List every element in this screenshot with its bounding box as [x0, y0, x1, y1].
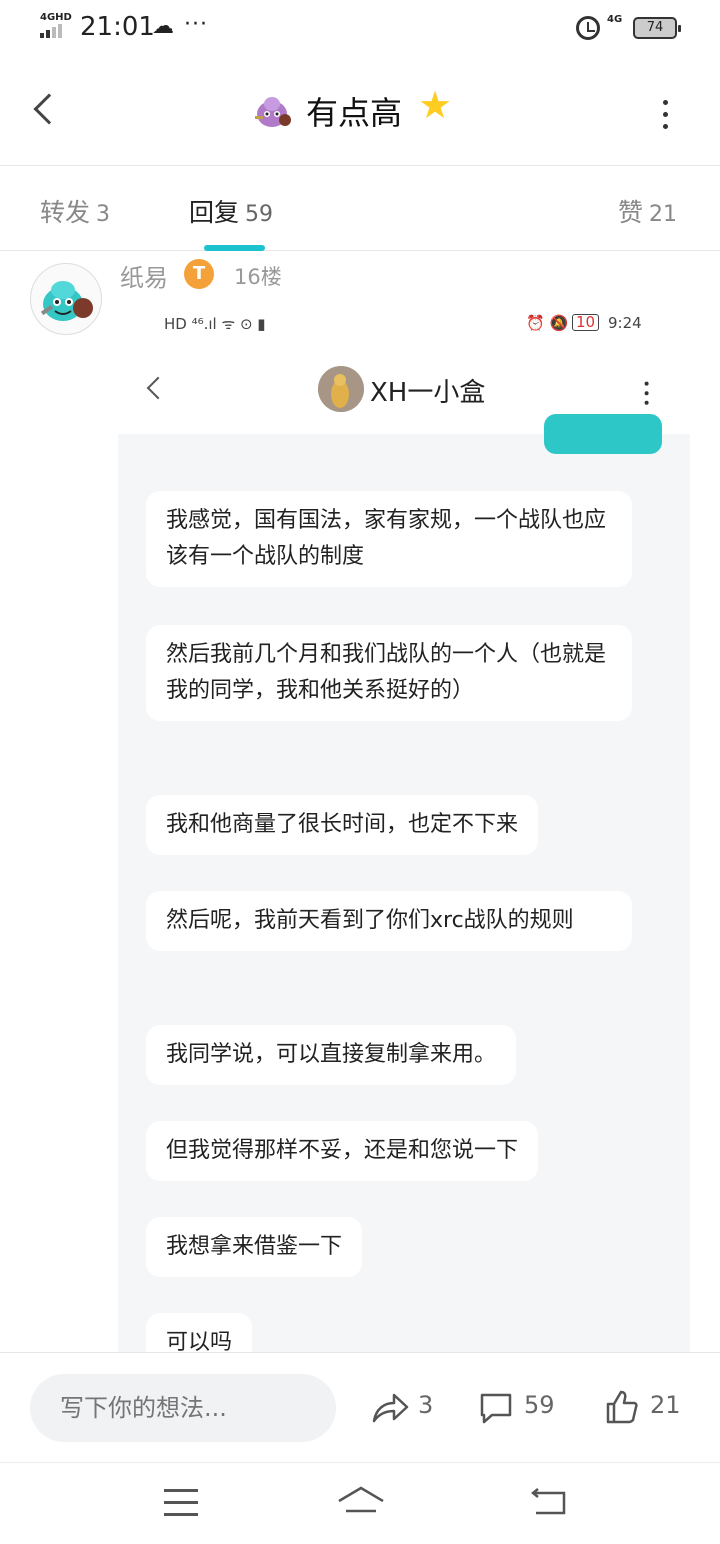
- active-tab-indicator: [204, 245, 265, 251]
- chat-more-icon: [644, 381, 650, 411]
- chat-avatar: [318, 366, 364, 412]
- alarm-icon: [576, 16, 600, 40]
- clock: 21:01: [80, 12, 155, 42]
- screenshot-status-left: HD ⁴⁶.ıl ᯤ ⊙ ▮: [164, 315, 266, 333]
- home-icon[interactable]: [336, 1485, 386, 1519]
- attached-screenshot[interactable]: HD ⁴⁶.ıl ᯤ ⊙ ▮ ⏰ 🔕 10 9:24 XH一小盒 我感觉，国有国…: [118, 300, 690, 1352]
- message-bubble: 可以吗: [146, 1313, 253, 1352]
- tab-forward[interactable]: 转发 3: [40, 193, 110, 229]
- sent-message-bubble: [544, 414, 662, 454]
- chat-avatar-icon: [318, 366, 364, 412]
- comment-count[interactable]: 59: [524, 1391, 555, 1419]
- message-bubble: 我感觉，国有国法，家有家规，一个战队也应该有一个战队的制度: [146, 491, 632, 587]
- message-bubble: 然后我前几个月和我们战队的一个人（也就是我的同学，我和他关系挺好的）: [146, 625, 632, 721]
- user-avatar-icon: [40, 281, 93, 321]
- message-bubble: 我想拿来借鉴一下: [146, 1217, 363, 1277]
- app-header: 有点高 ★: [0, 60, 720, 166]
- like-count[interactable]: 21: [650, 1391, 681, 1419]
- back-nav-icon[interactable]: [528, 1487, 570, 1519]
- network-type: 4GHD: [40, 12, 72, 23]
- message-bubble: 我和他商量了很长时间，也定不下来: [146, 795, 539, 855]
- system-nav-bar: [0, 1462, 720, 1544]
- battery-icon: 74: [633, 17, 681, 39]
- level-badge: T: [184, 259, 214, 289]
- more-status-icon: ···: [184, 12, 208, 37]
- like-icon[interactable]: [604, 1389, 640, 1425]
- message-bubble: 我同学说，可以直接复制拿来用。: [146, 1025, 517, 1085]
- chat-title: XH一小盒: [370, 378, 486, 408]
- status-bar: 4GHD 21:01 ☁ ··· 4G 74: [0, 0, 720, 60]
- network-type-right: 4G: [607, 14, 623, 25]
- cloud-icon: ☁: [152, 14, 174, 39]
- action-bar: 3 59 21: [0, 1352, 720, 1462]
- menu-icon[interactable]: [164, 1489, 198, 1525]
- signal-icon: [40, 24, 70, 38]
- tab-likes[interactable]: 赞 21: [618, 193, 677, 229]
- chat-back-icon: [146, 376, 170, 400]
- comment-icon[interactable]: [478, 1391, 514, 1425]
- share-count[interactable]: 3: [418, 1391, 433, 1419]
- star-icon: ★: [418, 83, 453, 127]
- tab-replies[interactable]: 回复 59: [189, 193, 273, 229]
- chat-messages: 我感觉，国有国法，家有家规，一个战队也应该有一个战队的制度 然后我前几个月和我们…: [118, 414, 690, 1352]
- title-avatar-icon: [255, 97, 291, 127]
- share-icon[interactable]: [370, 1391, 410, 1425]
- floor-number: 16楼: [234, 265, 282, 289]
- more-options-icon[interactable]: [663, 100, 669, 136]
- screenshot-battery: 10: [572, 314, 600, 331]
- tab-bar: 转发 3 回复 59 赞 21: [0, 167, 720, 251]
- page-title: 有点高: [306, 94, 403, 132]
- message-bubble: 然后呢，我前天看到了你们xrc战队的规则: [146, 891, 632, 951]
- avatar[interactable]: [30, 263, 102, 335]
- screenshot-time: 9:24: [608, 314, 642, 332]
- screenshot-alarm-icon: ⏰ 🔕: [526, 314, 569, 332]
- message-bubble: 但我觉得那样不妥，还是和您说一下: [146, 1121, 539, 1181]
- comment-input[interactable]: [30, 1374, 336, 1442]
- back-icon[interactable]: [33, 93, 65, 125]
- username[interactable]: 纸易: [120, 258, 168, 293]
